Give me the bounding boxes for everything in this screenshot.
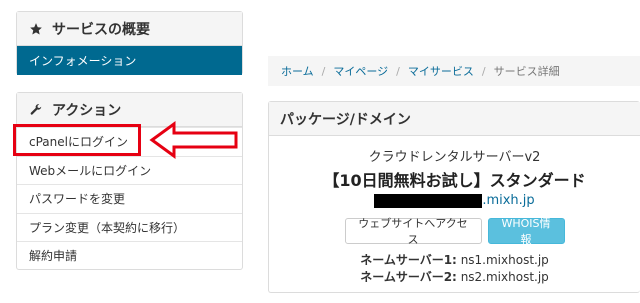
- package-heading: パッケージ/ドメイン: [269, 102, 640, 136]
- actions-title: アクション: [52, 102, 122, 119]
- overview-heading: サービスの概要: [17, 12, 242, 46]
- sidebar-item-information[interactable]: インフォメーション: [17, 46, 242, 75]
- overview-panel: サービスの概要 インフォメーション: [16, 11, 243, 75]
- nameserver-row: ネームサーバー1: ns1.mixhost.jp: [269, 252, 640, 269]
- domain-row: .mixh.jp: [269, 193, 640, 208]
- actions-panel: アクション cPanelにログイン Webメールにログイン パスワードを変更 プ…: [16, 92, 243, 270]
- breadcrumb-myservices[interactable]: マイサービス: [408, 63, 474, 79]
- star-icon: [28, 21, 44, 37]
- domain-suffix-link[interactable]: .mixh.jp: [482, 193, 534, 208]
- left-arrow-icon: [149, 121, 238, 159]
- nameserver-value: ns1.mixhost.jp: [460, 253, 549, 267]
- sidebar-item-change-password[interactable]: パスワードを変更: [17, 184, 242, 213]
- nameserver-value: ns2.mixhost.jp: [460, 270, 549, 284]
- nameserver-row: ネームサーバー2: ns2.mixhost.jp: [269, 269, 640, 286]
- nameserver-label: ネームサーバー2:: [360, 270, 457, 284]
- overview-title: サービスの概要: [52, 21, 150, 38]
- wrench-icon: [28, 102, 44, 118]
- product-name: クラウドレンタルサーバーv2: [368, 150, 541, 165]
- nameserver-list: ネームサーバー1: ns1.mixhost.jp ネームサーバー2: ns2.m…: [269, 252, 640, 286]
- breadcrumb-home[interactable]: ホーム: [281, 63, 314, 79]
- visit-website-button[interactable]: ウェブサイトへアクセス: [344, 217, 482, 246]
- package-panel: パッケージ/ドメイン クラウドレンタルサーバーv2 【10日間無料お試し】スタン…: [268, 101, 640, 293]
- redacted-domain: [374, 193, 483, 208]
- nameserver-label: ネームサーバー1:: [360, 253, 457, 267]
- package-body: クラウドレンタルサーバーv2 【10日間無料お試し】スタンダード .mixh.j…: [269, 146, 640, 286]
- breadcrumb-separator: /: [321, 64, 326, 78]
- breadcrumb: ホーム / マイページ / マイサービス / サービス詳細: [268, 56, 640, 86]
- whois-button[interactable]: WHOIS情報: [487, 217, 565, 246]
- plan-name: 【10日間無料お試し】スタンダード: [323, 171, 586, 190]
- highlight-box: [13, 124, 141, 156]
- button-row: ウェブサイトへアクセス WHOIS情報: [269, 217, 640, 246]
- breadcrumb-separator: /: [481, 64, 486, 78]
- sidebar-item-change-plan[interactable]: プラン変更（本契約に移行）: [17, 212, 242, 242]
- sidebar-item-cancel-request[interactable]: 解約申請: [17, 241, 242, 270]
- breadcrumb-separator: /: [396, 64, 400, 78]
- breadcrumb-mypage[interactable]: マイページ: [333, 63, 388, 79]
- breadcrumb-current: サービス詳細: [493, 65, 560, 78]
